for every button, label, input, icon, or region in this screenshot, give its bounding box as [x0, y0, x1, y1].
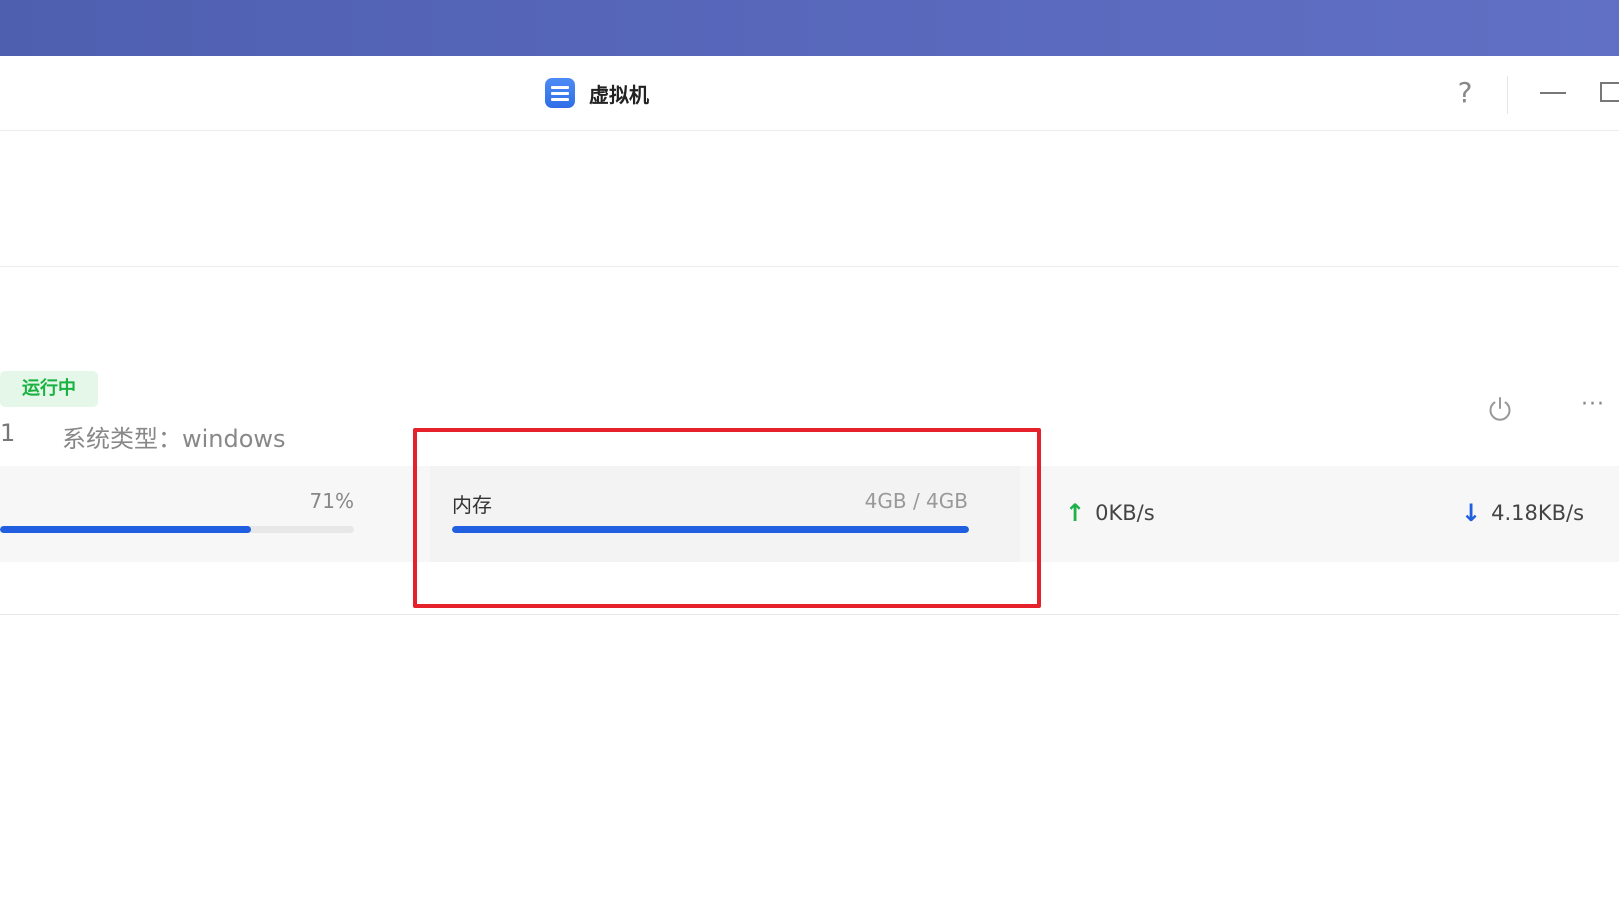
cpu-progress-bar [0, 526, 354, 533]
arrow-up-icon: ↑ [1065, 499, 1086, 527]
toolbar-area [0, 131, 1619, 267]
upload-speed: 0KB/s [1095, 501, 1155, 525]
os-type: 系统类型：windows [62, 419, 286, 454]
server-icon [545, 78, 575, 108]
app-title-text: 虚拟机 [589, 82, 649, 107]
vm-app-window: 虚拟机 ? 运行中 1 系统类型：windows ··· 71% 内存 4GB … [0, 56, 1619, 899]
network-upload: ↑ 0KB/s [1065, 499, 1155, 527]
arrow-down-icon: ↓ [1461, 499, 1482, 527]
maximize-icon[interactable] [1598, 80, 1619, 104]
os-type-value: windows [182, 425, 286, 453]
power-icon[interactable] [1486, 395, 1514, 423]
vm-index: 1 [0, 419, 16, 447]
network-download: ↓ 4.18KB/s [1461, 499, 1584, 527]
title-bar: 虚拟机 ? [0, 56, 1619, 131]
highlight-box [413, 428, 1041, 608]
titlebar-divider [1507, 76, 1508, 114]
desktop-top-band [0, 0, 1619, 56]
cpu-progress-fill [0, 526, 252, 533]
help-button[interactable]: ? [1450, 76, 1480, 110]
os-type-label: 系统类型： [62, 425, 182, 453]
cpu-percent: 71% [309, 489, 354, 513]
status-badge: 运行中 [0, 371, 98, 407]
app-title: 虚拟机 [545, 76, 649, 110]
more-icon[interactable]: ··· [1578, 394, 1608, 423]
minimize-icon[interactable] [1538, 76, 1570, 110]
download-speed: 4.18KB/s [1491, 501, 1585, 525]
